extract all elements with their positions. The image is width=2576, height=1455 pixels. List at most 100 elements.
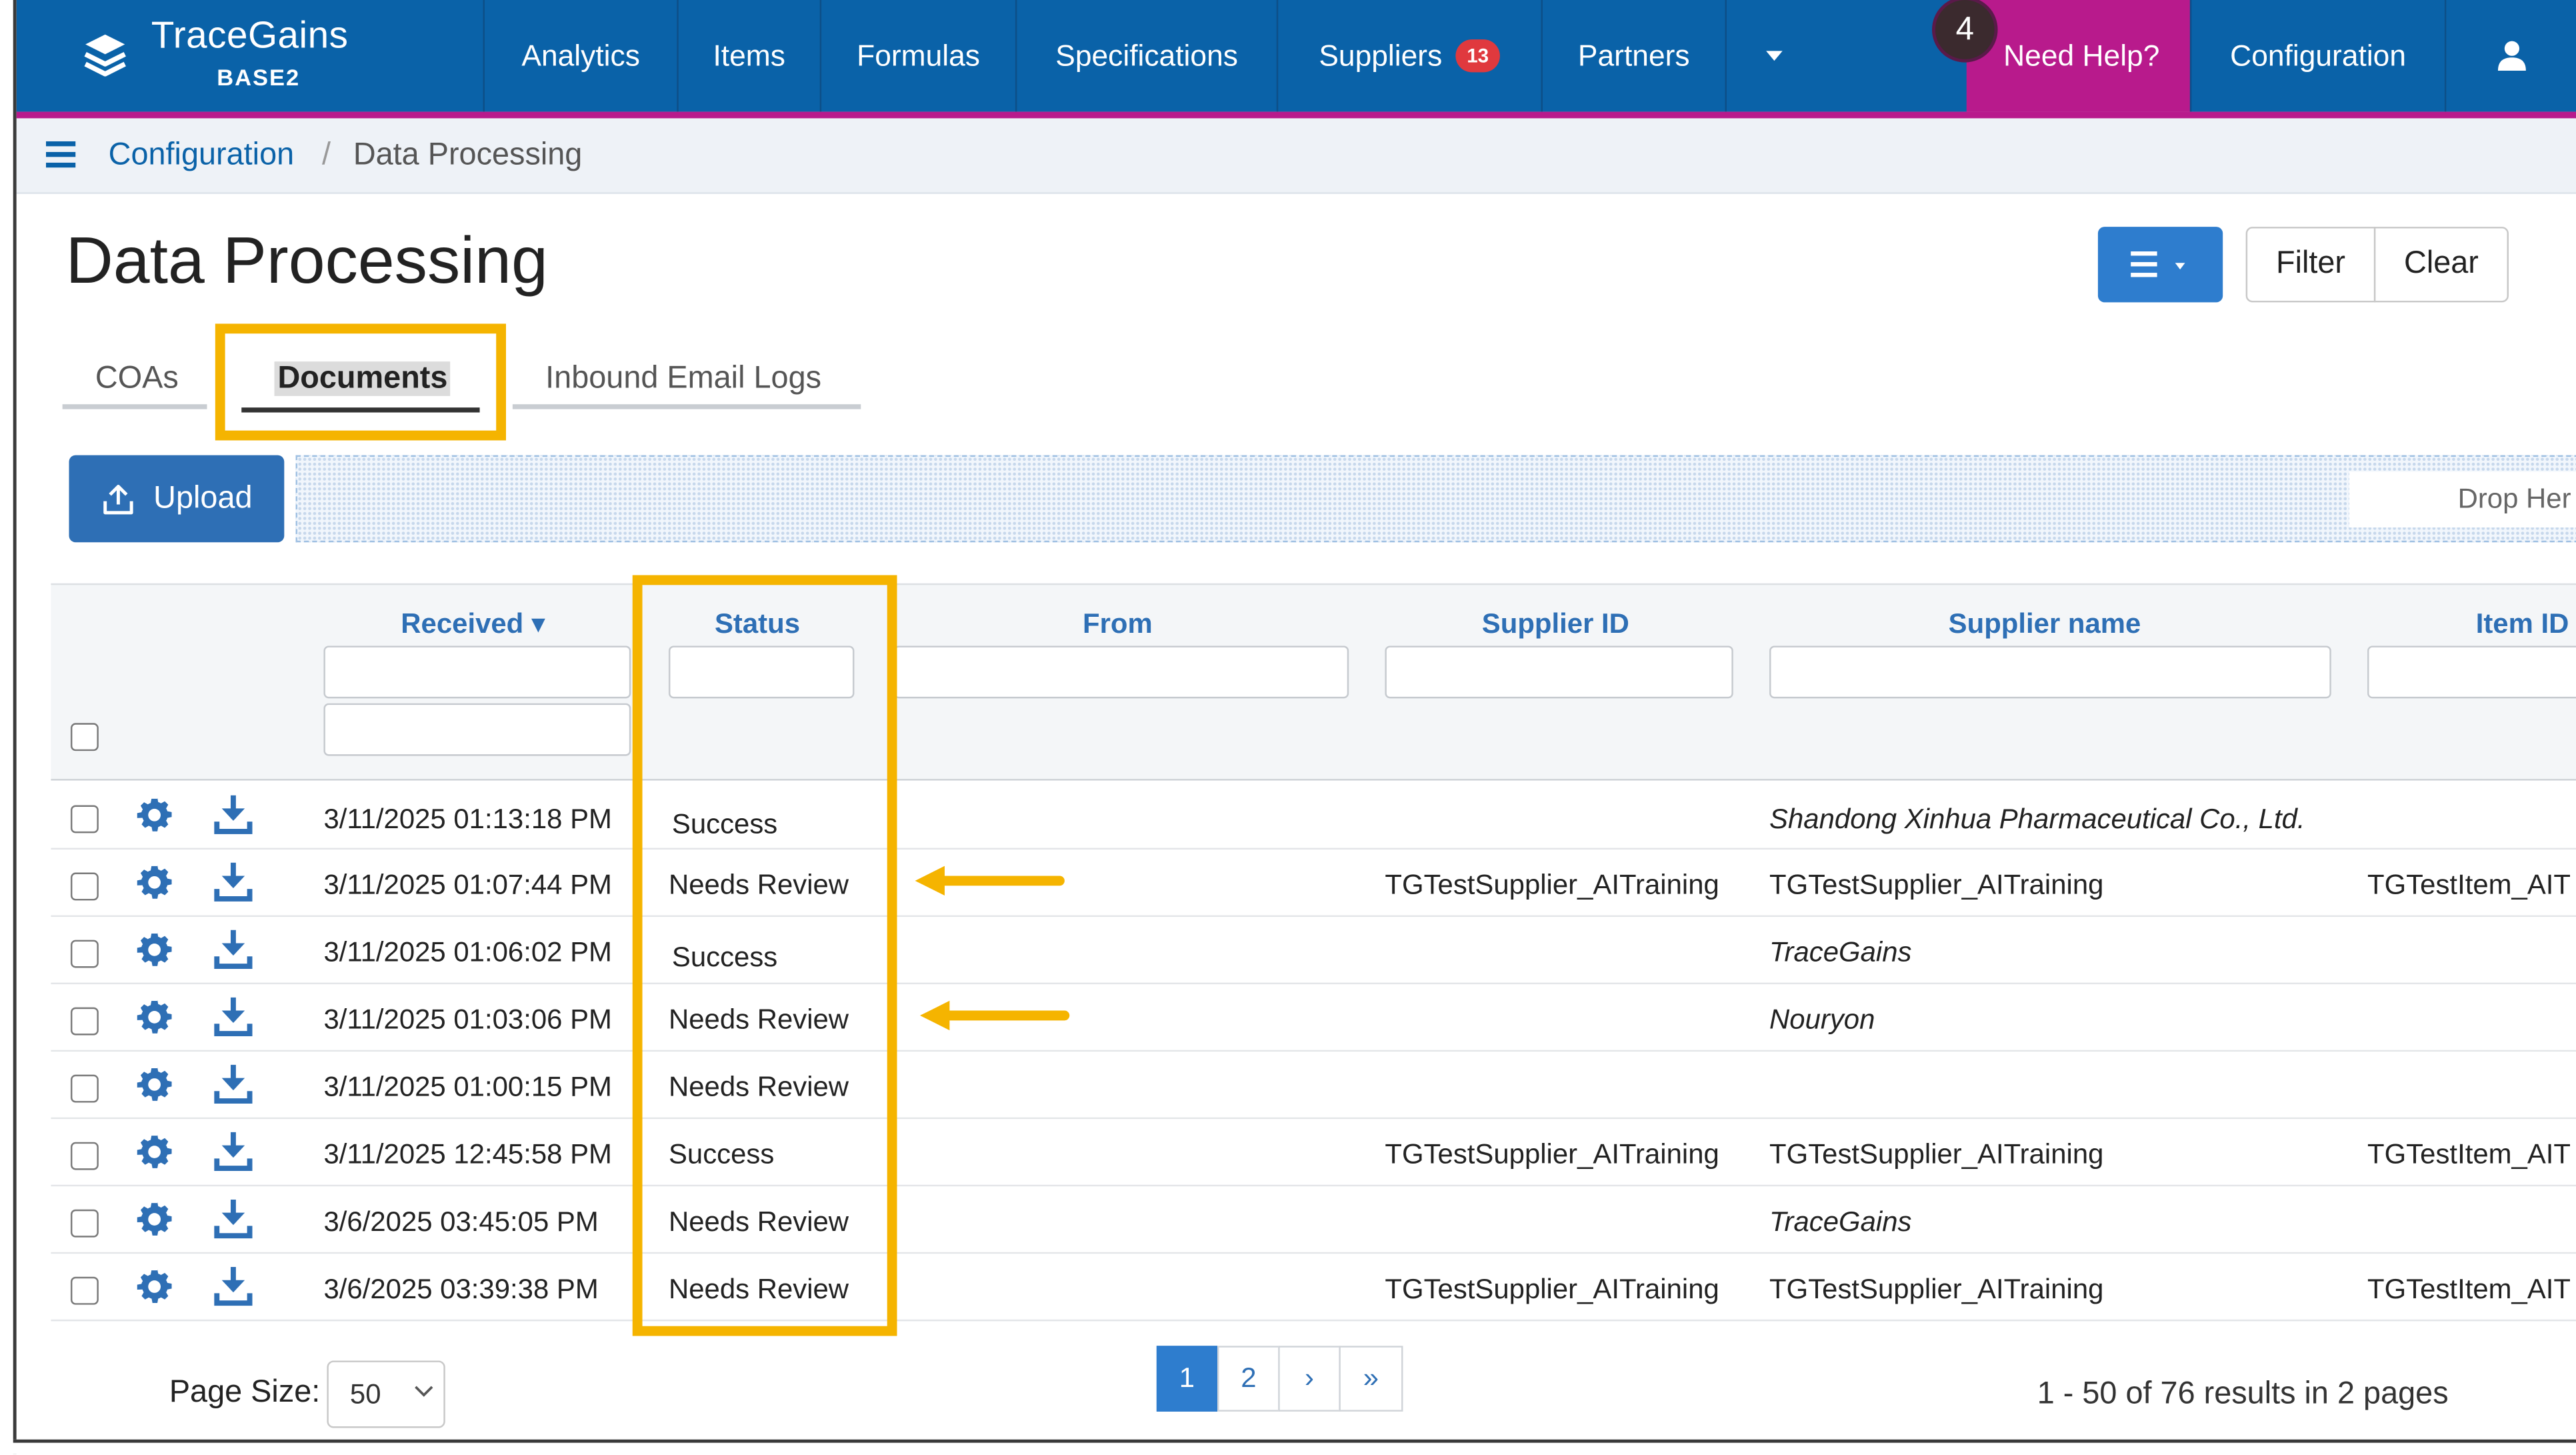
nav-specifications[interactable]: Specifications (1015, 0, 1277, 112)
user-icon (2497, 41, 2525, 71)
received-cell: 3/11/2025 01:13:18 PM (323, 804, 612, 835)
list-options-button[interactable] (2097, 227, 2223, 303)
supplier-name-cell: Shandong Xinhua Pharmaceutical Co., Ltd. (1769, 804, 2305, 835)
download-icon[interactable] (213, 1266, 253, 1307)
gear-icon[interactable] (135, 1132, 174, 1172)
column-header-supplier-name[interactable]: Supplier name (1949, 608, 2141, 641)
received-cell: 3/11/2025 12:45:58 PM (323, 1138, 612, 1170)
download-icon[interactable] (213, 861, 253, 902)
nav-suppliers[interactable]: Suppliers 13 (1276, 0, 1541, 112)
gear-icon[interactable] (135, 863, 174, 902)
upload-button[interactable]: Upload (69, 455, 285, 543)
filter-button[interactable]: Filter (2245, 227, 2376, 303)
gear-icon[interactable] (135, 796, 174, 835)
nav-partners-label: Partners (1577, 38, 1690, 72)
page-2-button[interactable]: 2 (1217, 1346, 1280, 1412)
arrow-left-icon (920, 1000, 1070, 1031)
arrow-left-icon (915, 866, 1065, 896)
tab-underline-coas (62, 404, 207, 409)
supplier-name-cell: Nouryon (1769, 1004, 1875, 1036)
item-id-cell: TGTestItem_AIT (2367, 1138, 2571, 1170)
results-summary: 1 - 50 of 76 results in 2 pages (2037, 1377, 2449, 1412)
download-icon[interactable] (213, 1063, 253, 1104)
nav-configuration[interactable]: Configuration (2189, 0, 2445, 112)
nav-more-dropdown[interactable] (1725, 0, 1821, 112)
received-cell: 3/6/2025 03:39:38 PM (323, 1273, 599, 1305)
nav-partners[interactable]: Partners (1541, 0, 1725, 112)
gear-icon[interactable] (135, 998, 174, 1037)
supplier-name-cell: TGTestSupplier_AITraining (1769, 1138, 2104, 1170)
row-checkbox[interactable] (70, 1142, 99, 1170)
page-1-button[interactable]: 1 (1156, 1346, 1218, 1412)
column-header-from[interactable]: From (1083, 608, 1153, 641)
column-header-item-id[interactable]: Item ID (2476, 608, 2569, 641)
supplier-name-cell: TraceGains (1769, 1206, 1912, 1238)
row-checkbox[interactable] (70, 1209, 99, 1238)
row-checkbox[interactable] (70, 1007, 99, 1036)
supplier-name-cell: TGTestSupplier_AITraining (1769, 869, 2104, 901)
nav-configuration-label: Configuration (2230, 38, 2407, 72)
nav-items[interactable]: Items (677, 0, 819, 112)
gear-icon[interactable] (135, 1200, 174, 1239)
item-id-cell: TGTestItem_AIT (2367, 1273, 2571, 1305)
need-help-button[interactable]: Need Help? (1966, 0, 2190, 112)
gear-icon[interactable] (135, 1065, 174, 1104)
from-filter-input[interactable] (893, 645, 1349, 699)
nav-suppliers-label: Suppliers (1319, 38, 1443, 72)
tab-inbound-email-logs[interactable]: Inbound Email Logs (545, 361, 821, 397)
received-cell: 3/6/2025 03:45:05 PM (323, 1206, 599, 1238)
received-cell: 3/11/2025 01:03:06 PM (323, 1004, 612, 1036)
row-checkbox[interactable] (70, 940, 99, 968)
list-menu-icon (2131, 251, 2185, 277)
brand-logo[interactable]: TraceGains BASE2 (17, 0, 483, 112)
column-header-received[interactable]: Received ▾ (401, 608, 545, 641)
upload-icon (104, 483, 134, 514)
upload-label: Upload (153, 480, 253, 515)
column-header-supplier-id[interactable]: Supplier ID (1482, 608, 1629, 641)
gear-icon[interactable] (135, 930, 174, 970)
chevron-down-icon (415, 1386, 433, 1397)
last-page-button[interactable]: » (1339, 1346, 1403, 1412)
window-frame-bottom (0, 1439, 2576, 1454)
tab-coas[interactable]: COAs (95, 361, 179, 397)
page-size-value: 50 (349, 1378, 381, 1410)
user-menu-button[interactable] (2444, 0, 2576, 112)
received-to-filter-input[interactable] (323, 703, 631, 756)
next-page-button[interactable]: › (1278, 1346, 1341, 1412)
download-icon[interactable] (213, 1130, 253, 1172)
hamburger-menu-icon[interactable] (46, 141, 76, 168)
download-icon[interactable] (213, 928, 253, 970)
download-icon[interactable] (213, 1198, 253, 1239)
received-cell: 3/11/2025 01:06:02 PM (323, 936, 612, 968)
file-drop-zone[interactable] (295, 455, 2576, 543)
tab-highlight-box (215, 323, 507, 441)
row-checkbox[interactable] (70, 805, 99, 834)
supplier-name-cell: TraceGains (1769, 936, 1912, 968)
received-from-filter-input[interactable] (323, 645, 631, 699)
select-all-checkbox[interactable] (70, 723, 99, 752)
supplier-id-filter-input[interactable] (1385, 645, 1733, 699)
nav-formulas-label: Formulas (857, 38, 980, 72)
row-checkbox[interactable] (70, 872, 99, 901)
nav-analytics[interactable]: Analytics (483, 0, 677, 112)
nav-specifications-label: Specifications (1055, 38, 1238, 72)
nav-formulas[interactable]: Formulas (819, 0, 1015, 112)
breadcrumb-configuration-link[interactable]: Configuration (109, 138, 295, 174)
brand-name: TraceGains (151, 13, 349, 56)
gear-icon[interactable] (135, 1267, 174, 1306)
received-cell: 3/11/2025 01:00:15 PM (323, 1071, 612, 1103)
row-checkbox[interactable] (70, 1276, 99, 1305)
supplier-name-cell: TGTestSupplier_AITraining (1769, 1273, 2104, 1305)
breadcrumb-current: Data Processing (353, 138, 583, 173)
window-frame-left (0, 0, 17, 1454)
clear-button[interactable]: Clear (2373, 227, 2509, 303)
supplier-id-cell: TGTestSupplier_AITraining (1385, 1273, 1719, 1305)
download-icon[interactable] (213, 996, 253, 1037)
item-id-filter-input[interactable] (2367, 645, 2576, 699)
row-checkbox[interactable] (70, 1074, 99, 1103)
download-icon[interactable] (213, 794, 253, 835)
item-id-cell: TGTestItem_AIT (2367, 869, 2571, 901)
supplier-name-filter-input[interactable] (1769, 645, 2331, 699)
received-cell: 3/11/2025 01:07:44 PM (323, 869, 612, 901)
environment-label: BASE2 (217, 64, 301, 91)
